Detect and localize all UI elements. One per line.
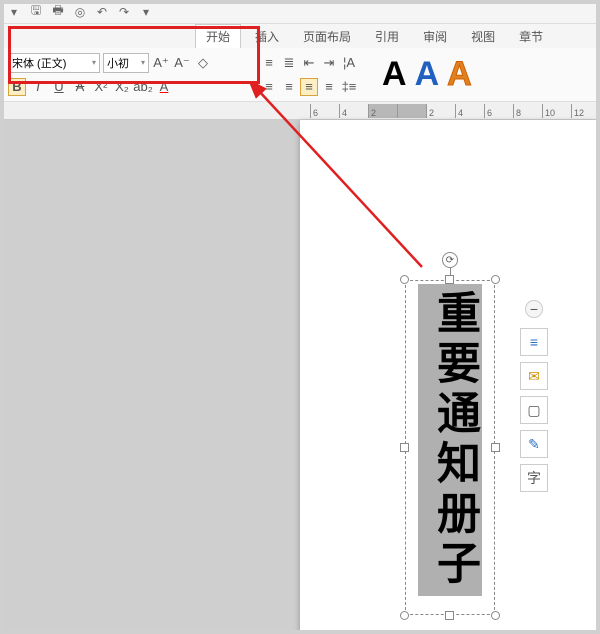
align-left-button[interactable]: ≡: [260, 78, 278, 96]
resize-handle-bl[interactable]: [400, 611, 409, 620]
phonetic-button[interactable]: ab₂: [134, 78, 152, 96]
qat-dropdown-icon[interactable]: ▾: [6, 4, 22, 20]
resize-handle-tl[interactable]: [400, 275, 409, 284]
paragraph-group: ≡ ≣ ⇤ ⇥ ¦A ≡ ≡ ≡ ≡ ‡≡: [260, 52, 358, 97]
tab-insert[interactable]: 插入: [245, 25, 289, 48]
preview-icon[interactable]: ◎: [72, 4, 88, 20]
ruler-mark: 2: [368, 104, 397, 118]
subscript-button[interactable]: X₂: [113, 78, 131, 96]
line-spacing-button[interactable]: ‡≡: [340, 78, 358, 96]
strikethrough-button[interactable]: A: [71, 78, 89, 96]
ruler[interactable]: 6 4 2 2 4 6 8 10 12: [0, 102, 600, 120]
tab-view[interactable]: 视图: [461, 25, 505, 48]
shrink-font-button[interactable]: A⁻: [173, 54, 191, 72]
resize-handle-tr[interactable]: [491, 275, 500, 284]
grow-font-button[interactable]: A⁺: [152, 54, 170, 72]
undo-icon[interactable]: ↶: [94, 4, 110, 20]
ribbon: 宋体 (正文) ▾ 小初 ▾ A⁺ A⁻ ◇ B I U A X² X₂ ab₂…: [0, 48, 600, 102]
font-group: 宋体 (正文) ▾ 小初 ▾ A⁺ A⁻ ◇ B I U A X² X₂ ab₂…: [8, 52, 248, 97]
text-panel-button[interactable]: 字: [520, 464, 548, 492]
workspace: [0, 120, 600, 634]
clear-format-button[interactable]: ◇: [194, 54, 212, 72]
font-color-button[interactable]: A: [155, 78, 173, 96]
print-icon[interactable]: 🖶: [50, 4, 66, 20]
qat-more-icon[interactable]: ▾: [138, 4, 154, 20]
ribbon-tabs: 开始 插入 页面布局 引用 审阅 视图 章节: [0, 24, 600, 48]
italic-button[interactable]: I: [29, 78, 47, 96]
quick-access-toolbar: ▾ 🖫 🖶 ◎ ↶ ↷ ▾: [0, 0, 600, 24]
chevron-down-icon: ▾: [141, 58, 145, 67]
align-center-button[interactable]: ≡: [280, 78, 298, 96]
superscript-button[interactable]: X²: [92, 78, 110, 96]
redo-icon[interactable]: ↷: [116, 4, 132, 20]
edit-button[interactable]: ✎: [520, 430, 548, 458]
wordart-style-3[interactable]: A: [447, 55, 472, 94]
numbering-button[interactable]: ≣: [280, 54, 298, 72]
justify-button[interactable]: ≡: [320, 78, 338, 96]
underline-button[interactable]: U: [50, 78, 68, 96]
object-toolbar: − ≡ ✉ ▢ ✎ 字: [520, 300, 548, 492]
textbox-selection[interactable]: ⟳ 重要通知册子: [405, 280, 495, 615]
ruler-mark: 2: [426, 104, 455, 118]
font-name-select[interactable]: 宋体 (正文) ▾: [8, 53, 100, 73]
resize-handle-mr[interactable]: [491, 443, 500, 452]
resize-handle-ml[interactable]: [400, 443, 409, 452]
resize-handle-br[interactable]: [491, 611, 500, 620]
outdent-button[interactable]: ⇤: [300, 54, 318, 72]
resize-handle-mt[interactable]: [445, 275, 454, 284]
wrap-text-button[interactable]: ≡: [520, 328, 548, 356]
chevron-down-icon: ▾: [92, 58, 96, 67]
bullets-button[interactable]: ≡: [260, 54, 278, 72]
font-name-value: 宋体 (正文): [12, 55, 66, 71]
resize-handle-mb[interactable]: [445, 611, 454, 620]
indent-button[interactable]: ⇥: [320, 54, 338, 72]
textbox-text[interactable]: 重要通知册子: [418, 284, 482, 596]
align-right-button[interactable]: ≡: [300, 78, 318, 96]
wordart-group: A A A: [370, 52, 472, 97]
font-size-select[interactable]: 小初 ▾: [103, 53, 149, 73]
tab-start[interactable]: 开始: [195, 24, 241, 48]
tab-review[interactable]: 审阅: [413, 25, 457, 48]
ruler-mark: 4: [455, 104, 484, 118]
bold-button[interactable]: B: [8, 78, 26, 96]
ruler-mark: 8: [513, 104, 542, 118]
save-icon[interactable]: 🖫: [28, 4, 44, 20]
font-size-value: 小初: [107, 55, 129, 71]
ruler-mark: 6: [310, 104, 339, 118]
ruler-mark: [397, 104, 426, 118]
tab-layout[interactable]: 页面布局: [293, 25, 361, 48]
text-direction-button[interactable]: ¦A: [340, 54, 358, 72]
ruler-mark: 10: [542, 104, 571, 118]
tab-reference[interactable]: 引用: [365, 25, 409, 48]
wordart-style-2[interactable]: A: [415, 55, 440, 94]
rotate-handle-icon[interactable]: ⟳: [442, 252, 458, 268]
ruler-mark: 4: [339, 104, 368, 118]
tab-chapter[interactable]: 章节: [509, 25, 553, 48]
fill-button[interactable]: ✉: [520, 362, 548, 390]
ruler-mark: 12: [571, 104, 600, 118]
collapse-button[interactable]: −: [525, 300, 543, 318]
wordart-style-1[interactable]: A: [382, 55, 407, 94]
outline-button[interactable]: ▢: [520, 396, 548, 424]
ruler-mark: 6: [484, 104, 513, 118]
